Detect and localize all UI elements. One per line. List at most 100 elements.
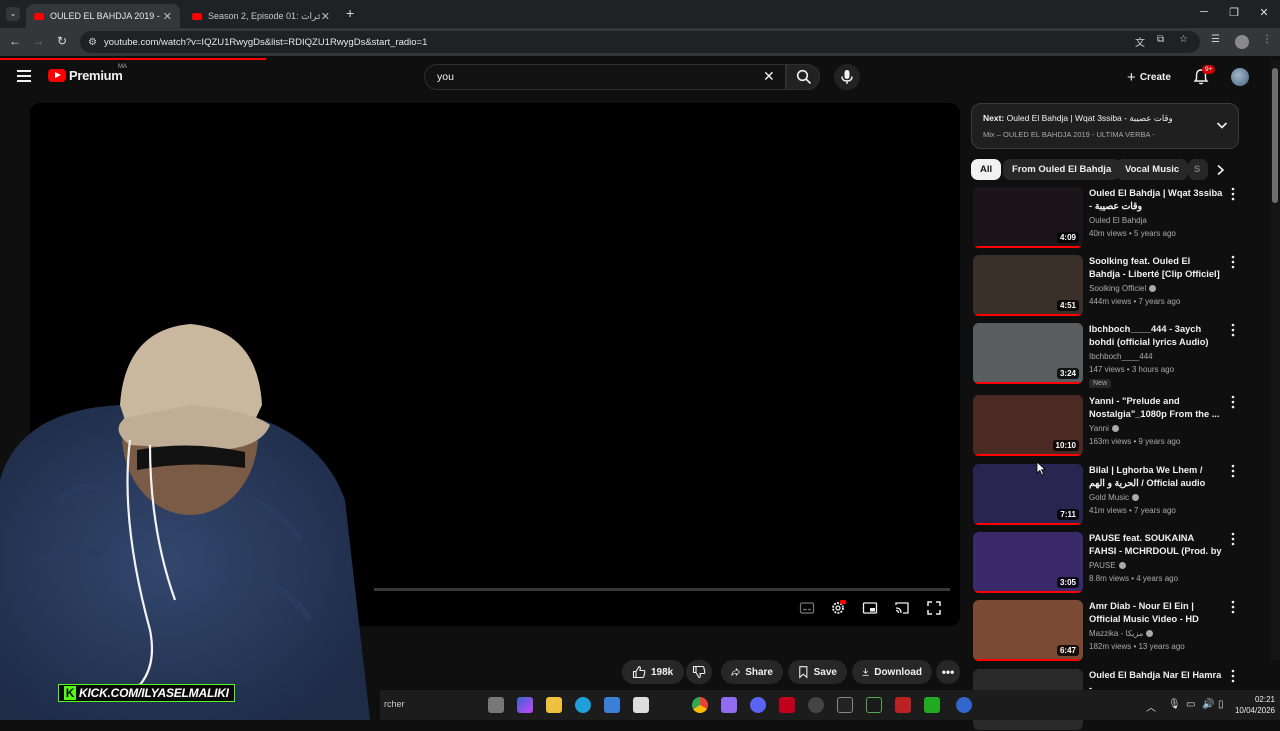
create-button[interactable]: + Create — [1118, 66, 1180, 88]
copilot-icon[interactable] — [517, 697, 533, 713]
video-thumbnail[interactable]: 7:11 — [973, 464, 1083, 525]
more-vertical-icon[interactable] — [1230, 532, 1236, 546]
acrobat-icon[interactable] — [779, 697, 795, 713]
task-view-icon[interactable] — [488, 697, 504, 713]
video-thumbnail[interactable]: 10:10 — [973, 395, 1083, 456]
like-button[interactable]: 198k — [622, 660, 684, 684]
dislike-button[interactable] — [686, 660, 712, 684]
app-dark-icon[interactable] — [837, 697, 853, 713]
translate-icon[interactable]: 文 — [1135, 34, 1145, 49]
video-title[interactable]: Amr Diab - Nour El Ein | Official Music … — [1089, 600, 1223, 627]
microsoft-store-icon[interactable] — [604, 697, 620, 713]
video-title[interactable]: PAUSE feat. SOUKAINA FAHSI - MCHRDOUL (P… — [1089, 532, 1223, 559]
video-channel[interactable]: PAUSE — [1089, 561, 1126, 570]
next-up-panel[interactable]: Next: Ouled El Bahdja | Wqat 3ssiba - وق… — [971, 103, 1239, 149]
taskbar-search-box[interactable]: rcher — [380, 695, 480, 715]
chevron-right-icon[interactable] — [1214, 163, 1226, 177]
chip-from-channel[interactable]: From Ouled El Bahdja — [1003, 159, 1121, 180]
fullscreen-icon[interactable] — [926, 600, 942, 616]
recommended-video-item[interactable]: 4:09 Ouled El Bahdja | Wqat 3ssiba - وقات… — [971, 187, 1241, 249]
video-thumbnail[interactable]: 3:05 — [973, 532, 1083, 593]
cast-icon[interactable] — [894, 600, 910, 616]
bookmark-star-icon[interactable]: ☆ — [1179, 34, 1188, 45]
video-thumbnail[interactable]: 3:24 — [973, 323, 1083, 384]
edge-browser-icon[interactable] — [575, 697, 591, 713]
reading-list-icon[interactable]: ☰ — [1211, 34, 1220, 45]
browser-menu-icon[interactable]: ⋮ — [1262, 34, 1272, 45]
settings-gear-icon[interactable] — [830, 600, 846, 616]
video-title[interactable]: Bilal | Lghorba We Lhem / الحرية و الهم … — [1089, 464, 1223, 490]
minimize-icon[interactable]: ─ — [1196, 6, 1212, 18]
video-channel[interactable]: Soolking Officiel — [1089, 284, 1157, 293]
browser-tab[interactable]: Season 2, Episode 01: الباخرات ... ✕ — [184, 4, 338, 28]
video-channel[interactable]: Yanni — [1089, 424, 1119, 433]
recommended-video-item[interactable]: 4:51 Soolking feat. Ouled El Bahdja - Lib… — [971, 255, 1241, 317]
close-window-icon[interactable]: ✕ — [1256, 6, 1272, 19]
video-thumbnail[interactable]: 4:09 — [973, 187, 1083, 248]
terminal-icon[interactable] — [866, 697, 882, 713]
tray-overflow-icon[interactable]: ︿ — [1146, 699, 1156, 714]
download-button[interactable]: Download — [852, 660, 932, 684]
profile-avatar-icon[interactable] — [1235, 35, 1249, 49]
video-thumbnail[interactable]: 6:47 — [973, 600, 1083, 661]
new-tab-button[interactable]: + — [346, 5, 354, 21]
scrollbar[interactable] — [1270, 60, 1280, 660]
recommended-video-item[interactable]: 3:05 PAUSE feat. SOUKAINA FAHSI - MCHRDOU… — [971, 532, 1241, 594]
video-channel[interactable]: Gold Music — [1089, 493, 1140, 502]
video-channel[interactable]: Ouled El Bahdja — [1089, 216, 1147, 225]
voice-search-button[interactable] — [834, 64, 860, 90]
subtitles-icon[interactable] — [799, 600, 815, 616]
battery-tray-icon[interactable]: ▯ — [1218, 699, 1224, 710]
back-icon[interactable]: ← — [7, 34, 23, 48]
miniplayer-icon[interactable] — [862, 600, 878, 616]
youtube-premium-logo[interactable]: Premium MA — [48, 64, 127, 83]
site-info-icon[interactable]: ⚙ — [88, 37, 97, 48]
network-app-icon[interactable] — [956, 697, 972, 713]
restore-icon[interactable]: ❐ — [1226, 6, 1242, 19]
video-channel[interactable]: Mazzika - مزيكا — [1089, 629, 1154, 638]
share-button[interactable]: Share — [721, 660, 783, 684]
more-actions-button[interactable]: ••• — [936, 660, 960, 684]
file-explorer-icon[interactable] — [546, 697, 562, 713]
save-button[interactable]: Save — [788, 660, 847, 684]
video-title[interactable]: Yanni - "Prelude and Nostalgia"_1080p Fr… — [1089, 395, 1223, 421]
browser-tab-active[interactable]: OULED EL BAHDJA 2019 - ULTIM ✕ — [26, 4, 180, 28]
volume-tray-icon[interactable]: 🔊 — [1202, 699, 1214, 710]
hamburger-menu-icon[interactable] — [17, 70, 31, 82]
more-vertical-icon[interactable] — [1230, 255, 1236, 269]
chrome-icon[interactable] — [692, 697, 708, 713]
search-input[interactable]: you — [424, 64, 786, 90]
chevron-down-icon[interactable] — [1215, 118, 1229, 132]
recommended-video-item[interactable]: 3:24 Ibchboch____444 - 3aych bohdi (offic… — [971, 323, 1241, 388]
address-bar[interactable]: ⚙ youtube.com/watch?v=IQZU1RwygDs&list=R… — [80, 31, 1200, 53]
chip-all[interactable]: All — [971, 159, 1002, 180]
more-vertical-icon[interactable] — [1230, 600, 1236, 614]
chip-partial[interactable]: S — [1188, 159, 1208, 180]
game-controller-icon[interactable] — [721, 697, 737, 713]
recommended-video-item[interactable]: 7:11 Bilal | Lghorba We Lhem / الحرية و ا… — [971, 464, 1241, 526]
recommended-video-item[interactable]: 10:10 Yanni - "Prelude and Nostalgia"_108… — [971, 395, 1241, 457]
media-player-icon[interactable] — [924, 697, 940, 713]
video-thumbnail[interactable]: 4:51 — [973, 255, 1083, 316]
obs-icon[interactable] — [808, 697, 824, 713]
tab-search-button[interactable]: ⌄ — [6, 7, 20, 21]
more-vertical-icon[interactable] — [1230, 669, 1236, 683]
account-avatar[interactable] — [1231, 68, 1249, 86]
clear-search-icon[interactable]: ✕ — [763, 68, 775, 85]
more-vertical-icon[interactable] — [1230, 395, 1236, 409]
network-tray-icon[interactable]: ▭ — [1186, 699, 1195, 710]
close-tab-icon[interactable]: ✕ — [163, 10, 172, 23]
taskbar-clock[interactable]: 02:21 10/04/2026 — [1230, 694, 1275, 716]
more-vertical-icon[interactable] — [1230, 323, 1236, 337]
reload-icon[interactable]: ↻ — [54, 34, 70, 48]
video-title[interactable]: Ouled El Bahdja | Wqat 3ssiba - وقات عصي… — [1089, 187, 1223, 213]
install-app-icon[interactable]: ⧉ — [1157, 34, 1164, 45]
video-title[interactable]: Ibchboch____444 - 3aych bohdi (official … — [1089, 323, 1223, 349]
video-channel[interactable]: Ibchboch____444 — [1089, 352, 1153, 361]
scrollbar-thumb[interactable] — [1272, 68, 1278, 203]
discord-icon[interactable] — [750, 697, 766, 713]
chip-vocal-music[interactable]: Vocal Music — [1116, 159, 1189, 180]
video-progress-bar[interactable] — [374, 588, 950, 591]
forward-icon[interactable]: → — [30, 34, 46, 48]
recommended-video-item[interactable]: 6:47 Amr Diab - Nour El Ein | Official Mu… — [971, 600, 1241, 662]
